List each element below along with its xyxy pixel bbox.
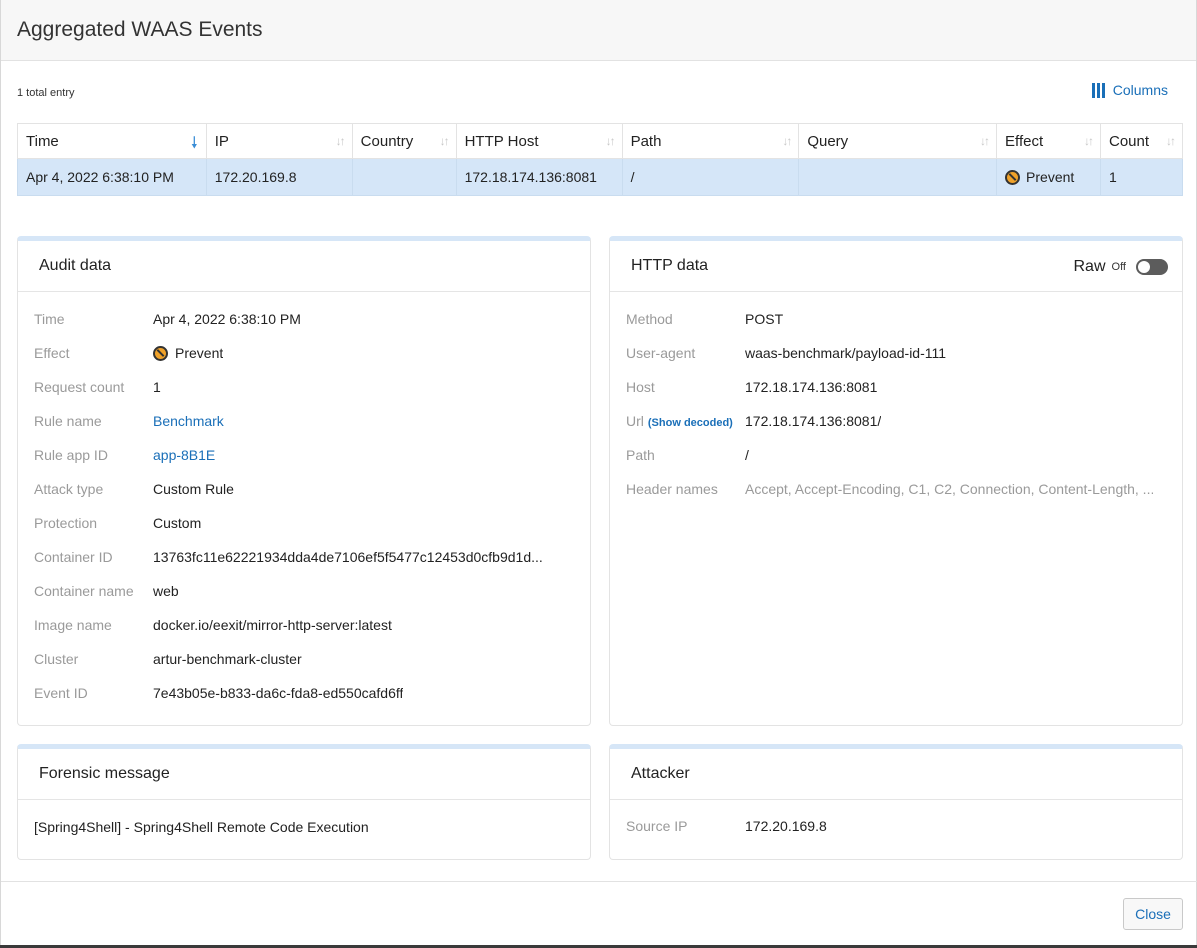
sort-icon[interactable]: ↓↑ bbox=[440, 134, 450, 148]
raw-toggle-group: Raw Off bbox=[1073, 258, 1168, 276]
column-header-query[interactable]: Query ↓↑ bbox=[798, 123, 998, 159]
audit-row-rule-app-id: Rule app ID app-8B1E bbox=[34, 447, 216, 463]
audit-row-request-count: Request count 1 bbox=[34, 379, 161, 395]
audit-data-card: Audit data Time Apr 4, 2022 6:38:10 PM Ef… bbox=[17, 236, 591, 726]
column-header-http-host[interactable]: HTTP Host ↓↑ bbox=[455, 123, 623, 159]
events-table: Time 🠗 IP ↓↑ Country ↓↑ HTTP Host ↓↑ Path ↓↑ … bbox=[17, 123, 1183, 196]
cell-count: 1 bbox=[1100, 158, 1183, 196]
column-header-count[interactable]: Count ↓↑ bbox=[1100, 123, 1183, 159]
sort-icon[interactable]: ↓↑ bbox=[782, 134, 792, 148]
rule-name-link[interactable]: Benchmark bbox=[153, 413, 224, 429]
audit-row-attack-type: Attack type Custom Rule bbox=[34, 481, 234, 497]
audit-data-title: Audit data bbox=[18, 241, 590, 292]
column-header-country[interactable]: Country ↓↑ bbox=[351, 123, 457, 159]
column-header-effect[interactable]: Effect ↓↑ bbox=[996, 123, 1101, 159]
sort-icon[interactable]: ↓↑ bbox=[980, 134, 990, 148]
http-data-title: HTTP data bbox=[631, 257, 709, 274]
table-header-row: Time 🠗 IP ↓↑ Country ↓↑ HTTP Host ↓↑ Path ↓↑ … bbox=[17, 123, 1183, 159]
sort-desc-icon[interactable]: 🠗 bbox=[191, 132, 198, 159]
column-header-path[interactable]: Path ↓↑ bbox=[621, 123, 800, 159]
http-row-host: Host 172.18.174.136:8081 bbox=[626, 379, 878, 395]
raw-label: Raw bbox=[1073, 258, 1106, 275]
show-decoded-link[interactable]: (Show decoded) bbox=[648, 417, 733, 429]
audit-row-event-id: Event ID 7e43b05e-b833-da6c-fda8-ed550caf… bbox=[34, 685, 404, 701]
modal-header: Aggregated WAAS Events bbox=[1, 0, 1196, 61]
audit-row-effect: Effect Prevent bbox=[34, 345, 224, 361]
audit-row-rule-name: Rule name Benchmark bbox=[34, 413, 224, 429]
sort-icon[interactable]: ↓↑ bbox=[606, 134, 616, 148]
columns-icon bbox=[1091, 82, 1105, 98]
cell-path: / bbox=[621, 158, 800, 196]
table-row[interactable]: Apr 4, 2022 6:38:10 PM 172.20.169.8 172.… bbox=[17, 158, 1183, 196]
cell-query bbox=[798, 158, 998, 196]
raw-toggle[interactable] bbox=[1136, 259, 1168, 275]
audit-row-protection: Protection Custom bbox=[34, 515, 202, 531]
columns-label: Columns bbox=[1112, 82, 1168, 98]
http-row-header-names: Header names Accept, Accept-Encoding, C1,… bbox=[626, 481, 1153, 497]
forensic-message-title: Forensic message bbox=[18, 749, 590, 800]
close-button[interactable]: Close bbox=[1123, 898, 1183, 930]
sort-icon[interactable]: ↓↑ bbox=[1084, 134, 1094, 148]
audit-row-image-name: Image name docker.io/eexit/mirror-http-se… bbox=[34, 617, 392, 633]
http-row-url: Url (Show decoded) 172.18.174.136:8081/ bbox=[626, 413, 882, 429]
audit-row-time: Time Apr 4, 2022 6:38:10 PM bbox=[34, 311, 301, 327]
http-row-path: Path / bbox=[626, 447, 749, 463]
sort-icon[interactable]: ↓↑ bbox=[1166, 134, 1176, 148]
http-row-method: Method POST bbox=[626, 311, 784, 327]
cell-effect: Prevent bbox=[996, 158, 1101, 196]
modal-title: Aggregated WAAS Events bbox=[17, 18, 263, 41]
http-row-user-agent: User-agent waas-benchmark/payload-id-111 bbox=[626, 345, 947, 361]
column-header-ip[interactable]: IP ↓↑ bbox=[205, 123, 353, 159]
prevent-icon bbox=[153, 345, 168, 361]
attacker-card: Attacker Source IP 172.20.169.8 bbox=[609, 744, 1183, 860]
audit-row-container-name: Container name web bbox=[34, 583, 179, 599]
cell-country bbox=[351, 158, 457, 196]
http-data-card: HTTP data Raw Off Method POST User-agent w… bbox=[609, 236, 1183, 726]
table-toolbar: 1 total entry Columns bbox=[17, 82, 1180, 106]
footer-divider bbox=[1, 881, 1197, 882]
total-entries: 1 total entry bbox=[17, 87, 75, 99]
audit-row-container-id: Container ID 13763fc11e62221934dda4de7106… bbox=[34, 549, 543, 565]
columns-button[interactable]: Columns bbox=[1091, 82, 1168, 98]
cell-http-host: 172.18.174.136:8081 bbox=[455, 158, 623, 196]
prevent-icon bbox=[1005, 169, 1021, 185]
audit-row-cluster: Cluster artur-benchmark-cluster bbox=[34, 651, 302, 667]
attacker-row-source-ip: Source IP 172.20.169.8 bbox=[626, 818, 827, 834]
raw-state: Off bbox=[1111, 261, 1126, 273]
forensic-message-text: [Spring4Shell] - Spring4Shell Remote Cod… bbox=[34, 819, 369, 835]
rule-app-id-link[interactable]: app-8B1E bbox=[153, 447, 215, 463]
attacker-title: Attacker bbox=[610, 749, 1182, 800]
cell-ip: 172.20.169.8 bbox=[205, 158, 353, 196]
column-header-time[interactable]: Time 🠗 bbox=[17, 123, 207, 159]
aggregated-events-modal: Aggregated WAAS Events 1 total entry Col… bbox=[0, 0, 1197, 945]
sort-icon[interactable]: ↓↑ bbox=[336, 134, 346, 148]
cell-time: Apr 4, 2022 6:38:10 PM bbox=[17, 158, 207, 196]
forensic-message-card: Forensic message [Spring4Shell] - Spring… bbox=[17, 744, 591, 860]
